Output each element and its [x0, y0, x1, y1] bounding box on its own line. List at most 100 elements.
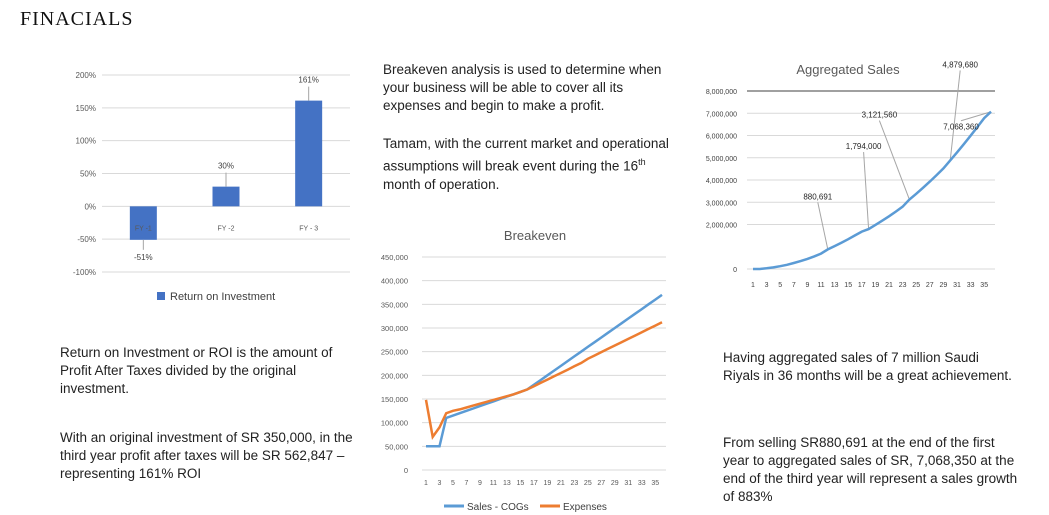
aggregated-annotation-leader: [949, 70, 961, 161]
breakeven-chart: Breakeven 450,000400,000350,000300,00025…: [381, 228, 666, 513]
breakeven-xtick: 15: [517, 480, 525, 487]
aggregated-xtick: 29: [940, 282, 948, 289]
sales-summary: From selling SR880,691 at the end of the…: [723, 435, 1018, 504]
aggregated-sales-chart: Aggregated Sales 8,000,000 7,000,000 6,000…: [706, 60, 995, 289]
breakeven-xtick: 11: [490, 480, 497, 487]
roi-ytick: -100%: [73, 268, 96, 277]
roi-data-label: 161%: [298, 76, 318, 85]
aggregated-xtick: 9: [805, 282, 809, 289]
breakeven-xtick: 7: [465, 480, 469, 487]
aggregated-ytick: 0: [733, 267, 737, 274]
roi-category-label: FY -2: [218, 225, 235, 232]
aggregated-annotation-leader: [878, 120, 910, 200]
breakeven-ytick: 400,000: [381, 277, 408, 286]
aggregated-xtick: 5: [778, 282, 782, 289]
breakeven-ytick: 350,000: [381, 300, 408, 309]
roi-legend-swatch: [157, 292, 165, 300]
aggregated-annotation: 1,794,000: [846, 142, 882, 151]
roi-ytick: 100%: [76, 137, 96, 146]
breakeven-xtick: 19: [543, 480, 551, 487]
series-line-sales-cogs: [426, 293, 663, 448]
breakeven-xtick: 13: [503, 480, 511, 487]
aggregated-ytick: 8,000,000: [706, 89, 737, 96]
aggregated-xtick: 19: [872, 282, 880, 289]
breakeven-xtick: 9: [478, 480, 482, 487]
breakeven-xtick: 25: [584, 480, 592, 487]
breakeven-ytick: 100,000: [381, 419, 408, 428]
page-title: FINACIALS: [20, 8, 134, 30]
legend-label-sales-cogs: Sales - COGs: [467, 502, 529, 513]
breakeven-xtick: 3: [438, 480, 442, 487]
breakeven-xtick: 5: [451, 480, 455, 487]
legend-label-expenses: Expenses: [563, 502, 607, 513]
breakeven-summary-text: Tamam, with the current market and opera…: [383, 136, 669, 174]
aggregated-annotation: 880,691: [803, 192, 832, 201]
roi-summary: With an original investment of SR 350,00…: [60, 430, 353, 481]
aggregated-xtick: 27: [926, 282, 934, 289]
breakeven-xtick: 31: [624, 480, 632, 487]
aggregated-ytick: 5,000,000: [706, 156, 737, 163]
breakeven-xtick: 27: [597, 480, 605, 487]
aggregated-xtick: 11: [817, 282, 824, 289]
breakeven-xtick: 17: [530, 480, 538, 487]
breakeven-description: Breakeven analysis is used to determine …: [383, 62, 662, 113]
roi-ytick: -50%: [77, 235, 96, 244]
roi-data-label: 30%: [218, 162, 234, 171]
roi-ytick: 200%: [76, 71, 96, 80]
roi-category-label: FY -1: [135, 225, 152, 232]
breakeven-xtick: 29: [611, 480, 619, 487]
aggregated-xtick: 7: [792, 282, 796, 289]
breakeven-chart-title: Breakeven: [504, 228, 566, 243]
aggregated-ytick: 7,000,000: [706, 111, 737, 118]
aggregated-xtick: 13: [831, 282, 839, 289]
aggregated-xtick: 17: [858, 282, 866, 289]
breakeven-ytick: 0: [404, 466, 408, 475]
aggregated-ytick: 2,000,000: [706, 223, 737, 230]
breakeven-xtick: 21: [557, 480, 565, 487]
aggregated-ytick: 6,000,000: [706, 134, 737, 141]
roi-description: Return on Investment or ROI is the amoun…: [60, 345, 333, 396]
breakeven-summary-tail: month of operation.: [383, 176, 500, 192]
roi-ytick: 50%: [80, 170, 96, 179]
aggregated-annotation: 4,879,680: [942, 60, 978, 69]
aggregated-xtick: 31: [953, 282, 961, 289]
breakeven-xtick: 1: [424, 480, 428, 487]
breakeven-xtick: 35: [651, 480, 659, 487]
breakeven-ytick: 200,000: [381, 371, 408, 380]
roi-bar: [129, 206, 157, 240]
aggregated-xtick: 15: [844, 282, 852, 289]
aggregated-xtick: 25: [912, 282, 920, 289]
breakeven-xtick: 23: [570, 480, 578, 487]
breakeven-summary: Tamam, with the current market and opera…: [383, 135, 673, 194]
aggregated-xtick: 21: [885, 282, 893, 289]
aggregated-xtick: 3: [765, 282, 769, 289]
aggregated-sales-title: Aggregated Sales: [796, 62, 900, 77]
breakeven-ytick: 300,000: [381, 324, 408, 333]
aggregated-annotation: 7,068,360: [943, 123, 979, 132]
roi-bar: [295, 100, 323, 207]
roi-ytick: 0%: [84, 202, 96, 211]
series-line-expenses: [424, 321, 663, 441]
roi-bar: [212, 186, 240, 207]
roi-category-label: FY - 3: [299, 225, 318, 232]
roi-bar-chart: 200% 150% 100% 50% 0% -50% -100% -51% 30% 161% F…: [73, 71, 350, 303]
aggregated-xtick: 33: [967, 282, 975, 289]
breakeven-ytick: 150,000: [381, 395, 408, 404]
roi-ytick: 150%: [76, 104, 96, 113]
roi-legend-label: Return on Investment: [170, 291, 275, 303]
breakeven-ytick: 250,000: [381, 348, 408, 357]
aggregated-annotation: 3,121,560: [862, 111, 898, 120]
sales-description: Having aggregated sales of 7 million Sau…: [723, 350, 1012, 383]
breakeven-summary-sup: th: [638, 157, 646, 167]
aggregated-ytick: 3,000,000: [706, 200, 737, 207]
aggregated-xtick: 35: [980, 282, 988, 289]
aggregated-annotation-leader: [863, 152, 870, 230]
aggregated-ytick: 4,000,000: [706, 178, 737, 185]
breakeven-xtick: 33: [638, 480, 646, 487]
roi-data-label: -51%: [134, 253, 153, 262]
aggregated-xtick: 23: [899, 282, 907, 289]
aggregated-xtick: 1: [751, 282, 755, 289]
breakeven-ytick: 50,000: [385, 442, 408, 451]
breakeven-ytick: 450,000: [381, 253, 408, 262]
aggregated-annotation-leader: [817, 202, 829, 250]
